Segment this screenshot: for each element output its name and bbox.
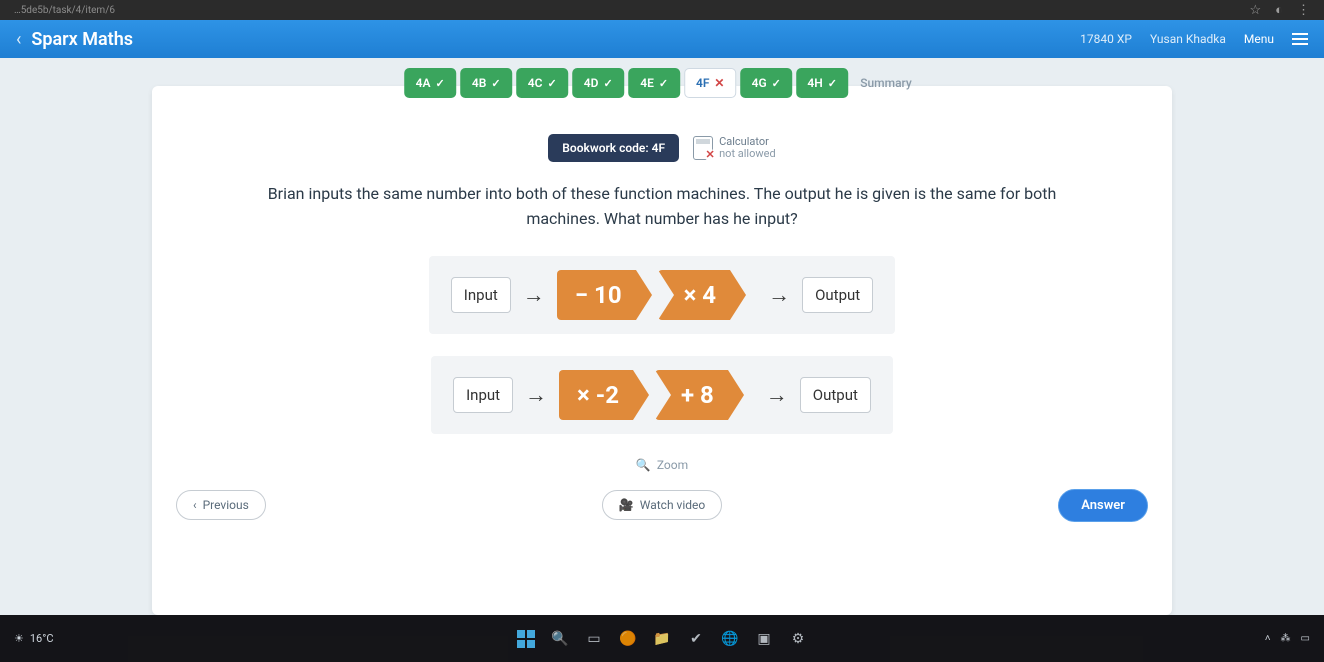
- app-title: Sparx Maths: [31, 29, 133, 50]
- weather-widget[interactable]: ☀ 16°C: [14, 632, 54, 645]
- check-icon: ✓: [659, 77, 668, 90]
- browser-menu-icon[interactable]: ⋮: [1297, 3, 1310, 18]
- check-icon: ✓: [491, 77, 500, 90]
- calculator-icon: ✕: [693, 136, 713, 160]
- url-fragment: …5de5b/task/4/item/6: [14, 5, 115, 16]
- function-machines: Input → − 10 × 4 → Output Input → × -2 +…: [152, 242, 1172, 440]
- arrow-right-icon: →: [523, 282, 545, 308]
- battery-icon[interactable]: ▭: [1301, 633, 1310, 645]
- check-icon: ✓: [436, 77, 445, 90]
- app-icon[interactable]: ▣: [753, 628, 775, 650]
- wifi-icon[interactable]: ⁂: [1281, 633, 1291, 645]
- check-icon: ✓: [828, 77, 837, 90]
- tab-4c[interactable]: 4C✓: [516, 68, 568, 98]
- chevron-left-icon: ‹: [193, 498, 197, 512]
- app-icon[interactable]: 🌐: [719, 628, 741, 650]
- function-machine-2: Input → × -2 + 8 → Output: [431, 356, 893, 434]
- arrow-right-icon: →: [766, 382, 788, 408]
- system-tray[interactable]: ˄ ⁂ ▭: [1265, 633, 1310, 645]
- task-tabs: 4A✓ 4B✓ 4C✓ 4D✓ 4E✓ 4F✕ 4G✓ 4H✓ Summary: [404, 68, 920, 98]
- app-header: ‹ Sparx Maths 17840 XP Yusan Khadka Menu: [0, 20, 1324, 58]
- tab-4g[interactable]: 4G✓: [740, 68, 792, 98]
- zoom-button[interactable]: 🔍 Zoom: [636, 458, 688, 472]
- task-view-icon[interactable]: ▭: [583, 628, 605, 650]
- input-box: Input: [453, 377, 513, 413]
- tab-4h[interactable]: 4H✓: [796, 68, 848, 98]
- windows-taskbar: ☀ 16°C 🔍 ▭ 🟠 📁 ✔ 🌐 ▣ ⚙ ˄ ⁂ ▭: [0, 615, 1324, 662]
- operation-block: + 8: [655, 370, 728, 420]
- menu-label[interactable]: Menu: [1244, 32, 1274, 46]
- tab-summary[interactable]: Summary: [852, 68, 920, 98]
- check-icon: ✓: [547, 77, 556, 90]
- bookwork-code-badge: Bookwork code: 4F: [548, 134, 679, 162]
- arrow-right-icon: →: [768, 282, 790, 308]
- output-box: Output: [802, 277, 873, 313]
- windows-start-icon[interactable]: [515, 628, 537, 650]
- calculator-status: ✕ Calculator not allowed: [693, 136, 776, 160]
- file-explorer-icon[interactable]: 📁: [651, 628, 673, 650]
- app-icon[interactable]: ⚙: [787, 628, 809, 650]
- search-icon[interactable]: 🔍: [549, 628, 571, 650]
- watch-video-button[interactable]: 🎥 Watch video: [602, 490, 722, 520]
- check-icon: ✓: [603, 77, 612, 90]
- function-machine-1: Input → − 10 × 4 → Output: [429, 256, 895, 334]
- profile-icon[interactable]: ◐: [1275, 2, 1283, 18]
- x-icon: ✕: [714, 76, 724, 90]
- arrow-right-icon: →: [525, 382, 547, 408]
- previous-button[interactable]: ‹ Previous: [176, 490, 266, 520]
- operation-block: × 4: [658, 270, 730, 320]
- operation-block: − 10: [557, 270, 636, 320]
- magnifier-icon: 🔍: [636, 458, 651, 472]
- hamburger-menu-icon[interactable]: [1292, 33, 1308, 45]
- chevron-up-icon[interactable]: ˄: [1265, 633, 1271, 645]
- back-chevron-icon[interactable]: ‹: [16, 29, 21, 50]
- bookmark-star-icon[interactable]: ☆: [1249, 3, 1261, 18]
- output-box: Output: [800, 377, 871, 413]
- app-icon[interactable]: 🟠: [617, 628, 639, 650]
- tab-4f[interactable]: 4F✕: [684, 68, 736, 98]
- check-icon: ✓: [772, 77, 781, 90]
- tab-4a[interactable]: 4A✓: [404, 68, 456, 98]
- video-camera-icon: 🎥: [619, 498, 634, 512]
- app-icon[interactable]: ✔: [685, 628, 707, 650]
- xp-count: 17840 XP: [1080, 32, 1132, 46]
- question-text: Brian inputs the same number into both o…: [152, 162, 1172, 242]
- tab-4b[interactable]: 4B✓: [460, 68, 512, 98]
- question-card: 4A✓ 4B✓ 4C✓ 4D✓ 4E✓ 4F✕ 4G✓ 4H✓ Summary …: [152, 86, 1172, 615]
- answer-button[interactable]: Answer: [1058, 489, 1148, 522]
- weather-sun-icon: ☀: [14, 632, 24, 645]
- tab-4e[interactable]: 4E✓: [628, 68, 680, 98]
- input-box: Input: [451, 277, 511, 313]
- user-name: Yusan Khadka: [1150, 32, 1226, 46]
- operation-block: × -2: [559, 370, 633, 420]
- not-allowed-x-icon: ✕: [704, 149, 716, 161]
- tab-4d[interactable]: 4D✓: [572, 68, 624, 98]
- browser-address-bar: …5de5b/task/4/item/6 ☆ ◐ ⋮: [0, 0, 1324, 20]
